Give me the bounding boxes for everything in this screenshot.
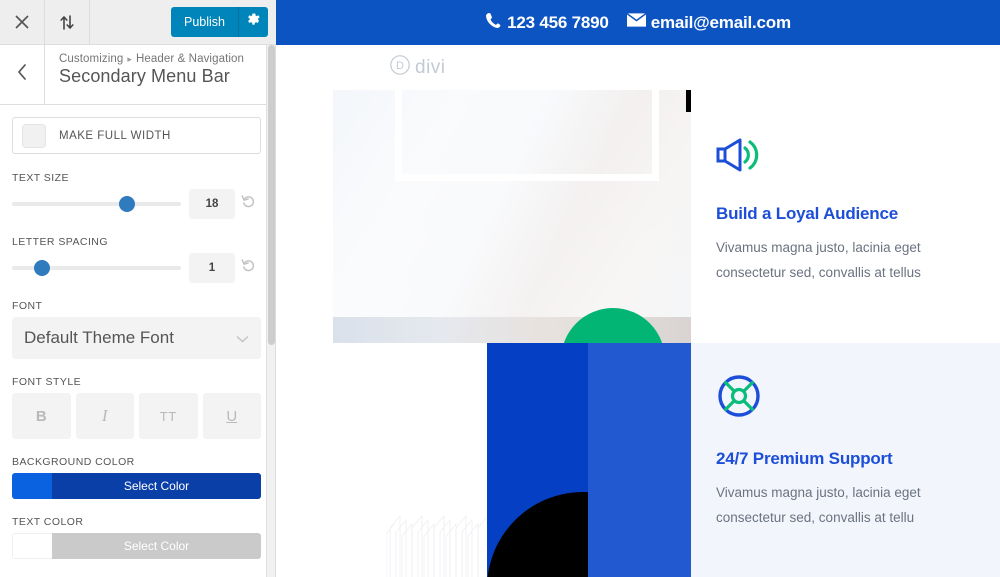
background-select-color-button[interactable]: Select Color [52,473,261,499]
text-color-control: TEXT COLOR Select Color [12,516,261,559]
text-size-label: TEXT SIZE [12,172,69,184]
customizer-screen: Publish Customizing ▸ Header & Navigatio… [0,0,1000,577]
preview-canvas: Build a Loyal Audience Vivamus magna jus… [276,90,1000,577]
divi-logo[interactable]: D divi [389,54,446,81]
font-style-label: FONT STYLE [12,376,82,388]
letter-spacing-value[interactable]: 1 [189,253,235,283]
text-size-value[interactable]: 18 [189,189,235,219]
font-label: FONT [12,300,43,312]
slider-track [12,196,181,212]
text-size-reset-button[interactable] [235,194,261,214]
customizer-scrollbar[interactable] [266,45,275,577]
phone-item[interactable]: 123 456 7890 [485,12,609,34]
underline-button[interactable]: U [202,393,261,439]
font-select[interactable]: Default Theme Font [12,317,261,359]
breadcrumb-root: Customizing [59,53,124,65]
publish-group: Publish [171,0,276,44]
card-body: Vivamus magna justo, lacinia eget consec… [716,485,921,525]
scrollbar-thumb[interactable] [268,45,275,345]
sort-arrows-icon [59,14,75,30]
slider-thumb[interactable] [118,196,135,212]
logo-text: divi [415,56,446,78]
make-full-width-label: MAKE FULL WIDTH [59,129,171,142]
page-title: Secondary Menu Bar [59,66,230,86]
slider-thumb[interactable] [34,260,51,276]
svg-text:D: D [396,60,404,72]
gear-icon [246,12,261,32]
customizer-panel: Publish Customizing ▸ Header & Navigatio… [0,0,276,577]
letter-spacing-control: LETTER SPACING 1 [12,236,261,283]
letter-spacing-slider[interactable] [12,258,181,278]
font-selected-value: Default Theme Font [24,328,174,347]
breadcrumb-separator: ▸ [127,54,132,64]
publish-button[interactable]: Publish [171,7,238,37]
uppercase-button[interactable]: TT [139,393,198,439]
card-title: 24/7 Premium Support [716,449,893,468]
site-preview: 123 456 7890 email@email.com D divi Buil… [276,0,1000,577]
line-pattern-decoration [386,514,487,577]
megaphone-icon [716,136,973,179]
secondary-menu-bar: 123 456 7890 email@email.com [276,0,1000,45]
logo-bar: D divi [276,45,1000,90]
background-color-control: BACKGROUND COLOR Select Color [12,456,261,499]
envelope-icon [626,12,646,33]
feature-card-2: 24/7 Premium Support Vivamus magna justo… [691,343,1000,577]
feature-card-1: Build a Loyal Audience Vivamus magna jus… [691,90,1000,343]
text-color-picker[interactable]: Select Color [12,533,261,559]
customizer-section-header: Customizing ▸ Header & Navigation Secondar… [0,45,275,105]
background-color-picker[interactable]: Select Color [12,473,261,499]
letter-spacing-label: LETTER SPACING [12,236,108,248]
text-color-swatch[interactable] [12,533,52,559]
blue-light-block [588,343,691,577]
text-select-color-button[interactable]: Select Color [52,533,261,559]
publish-settings-button[interactable] [238,7,268,37]
black-quarter-circle-shape [487,492,588,577]
close-icon [15,15,29,29]
email-item[interactable]: email@email.com [626,12,791,33]
section-titles: Customizing ▸ Header & Navigation Secondar… [45,45,244,104]
font-style-buttons: B I TT U [12,393,261,439]
text-size-control: TEXT SIZE 18 [12,172,261,219]
italic-button[interactable]: I [75,393,134,439]
checkbox-box[interactable] [22,123,46,148]
feature-cards-column: Build a Loyal Audience Vivamus magna jus… [691,90,1000,577]
email-address: email@email.com [650,12,791,32]
phone-number: 123 456 7890 [507,12,609,32]
letter-spacing-reset-button[interactable] [235,258,261,278]
back-button[interactable] [0,45,45,104]
customizer-controls: MAKE FULL WIDTH TEXT SIZE 18 LETTER SPAC… [0,105,275,577]
make-full-width-checkbox[interactable]: MAKE FULL WIDTH [12,117,261,154]
background-color-label: BACKGROUND COLOR [12,456,135,468]
phone-icon [485,12,502,34]
slider-track [12,260,181,276]
customizer-toolbar: Publish [0,0,276,45]
text-color-label: TEXT COLOR [12,516,84,528]
lifebuoy-support-icon [716,373,973,424]
font-style-control: FONT STYLE B I TT U [12,376,261,439]
card-body: Vivamus magna justo, lacinia eget consec… [716,240,921,280]
breadcrumb-section: Header & Navigation [136,53,245,65]
collapse-panel-button[interactable] [45,0,90,44]
font-control: FONT Default Theme Font [12,300,261,359]
chevron-down-icon [236,328,249,348]
divi-mark-icon: D [389,54,411,81]
background-color-swatch[interactable] [12,473,52,499]
close-customizer-button[interactable] [0,0,45,44]
breadcrumb: Customizing ▸ Header & Navigation [59,53,244,65]
card-title: Build a Loyal Audience [716,204,899,223]
text-size-slider[interactable] [12,194,181,214]
text-size-row: 18 [12,189,261,219]
bold-button[interactable]: B [12,393,71,439]
hero-photo [333,90,695,343]
reset-icon [240,258,256,278]
reset-icon [240,194,256,214]
chevron-left-icon [17,64,28,85]
letter-spacing-row: 1 [12,253,261,283]
